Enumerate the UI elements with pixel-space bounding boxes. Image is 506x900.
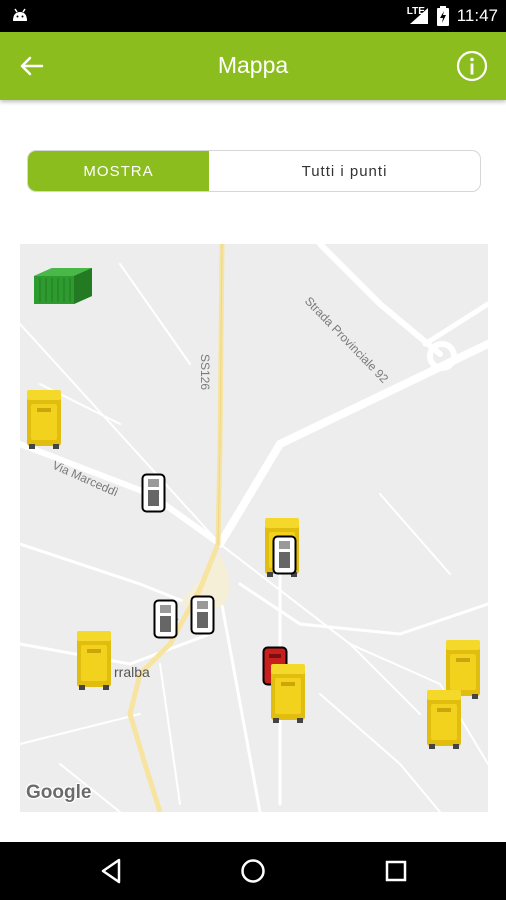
signal-icon: LTE bbox=[406, 6, 429, 25]
clock: 11:47 bbox=[456, 6, 498, 25]
yellow-bin-icon[interactable] bbox=[425, 688, 465, 750]
back-triangle-icon[interactable] bbox=[97, 856, 127, 886]
network-type: LTE bbox=[406, 6, 425, 17]
road-label-ss126: SS126 bbox=[198, 354, 212, 391]
google-logo[interactable]: Google bbox=[26, 782, 91, 804]
app-bar: Mappa bbox=[0, 32, 506, 100]
payment-terminal-icon[interactable] bbox=[190, 595, 215, 635]
android-icon bbox=[13, 8, 27, 21]
filter-all-points-button[interactable]: Tutti i punti bbox=[209, 151, 480, 191]
info-icon[interactable] bbox=[456, 50, 488, 82]
town-label: rralba bbox=[114, 664, 150, 680]
yellow-bin-icon[interactable] bbox=[25, 388, 65, 450]
payment-terminal-icon[interactable] bbox=[153, 599, 178, 639]
battery-icon bbox=[436, 6, 449, 26]
map-roads bbox=[20, 244, 488, 812]
filter-segmented-control: MOSTRA Tutti i punti bbox=[27, 150, 481, 192]
filter-mostra-button[interactable]: MOSTRA bbox=[28, 151, 209, 191]
green-container-icon[interactable] bbox=[32, 266, 94, 306]
status-bar: LTE 11:47 bbox=[0, 0, 506, 32]
home-circle-icon[interactable] bbox=[238, 856, 268, 886]
map-view[interactable]: Strada Provinciale 92 SS126 Via Marceddì… bbox=[20, 244, 488, 812]
yellow-bin-icon[interactable] bbox=[75, 629, 115, 691]
yellow-bin-icon[interactable] bbox=[269, 662, 309, 724]
system-navigation-bar bbox=[0, 842, 506, 900]
page-title: Mappa bbox=[217, 52, 289, 78]
recents-square-icon[interactable] bbox=[381, 856, 411, 886]
payment-terminal-icon[interactable] bbox=[272, 535, 297, 575]
payment-terminal-icon[interactable] bbox=[141, 473, 166, 513]
